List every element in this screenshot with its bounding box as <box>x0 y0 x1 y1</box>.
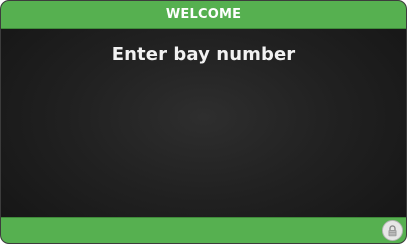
title-bar: WELCOME <box>1 1 406 29</box>
page-title: WELCOME <box>165 7 242 22</box>
lock-button[interactable] <box>382 220 403 241</box>
welcome-screen: WELCOME Enter bay number <box>0 0 407 244</box>
bottom-bar <box>1 217 406 243</box>
bay-number-prompt: Enter bay number <box>111 44 296 65</box>
lock-icon <box>387 224 398 237</box>
